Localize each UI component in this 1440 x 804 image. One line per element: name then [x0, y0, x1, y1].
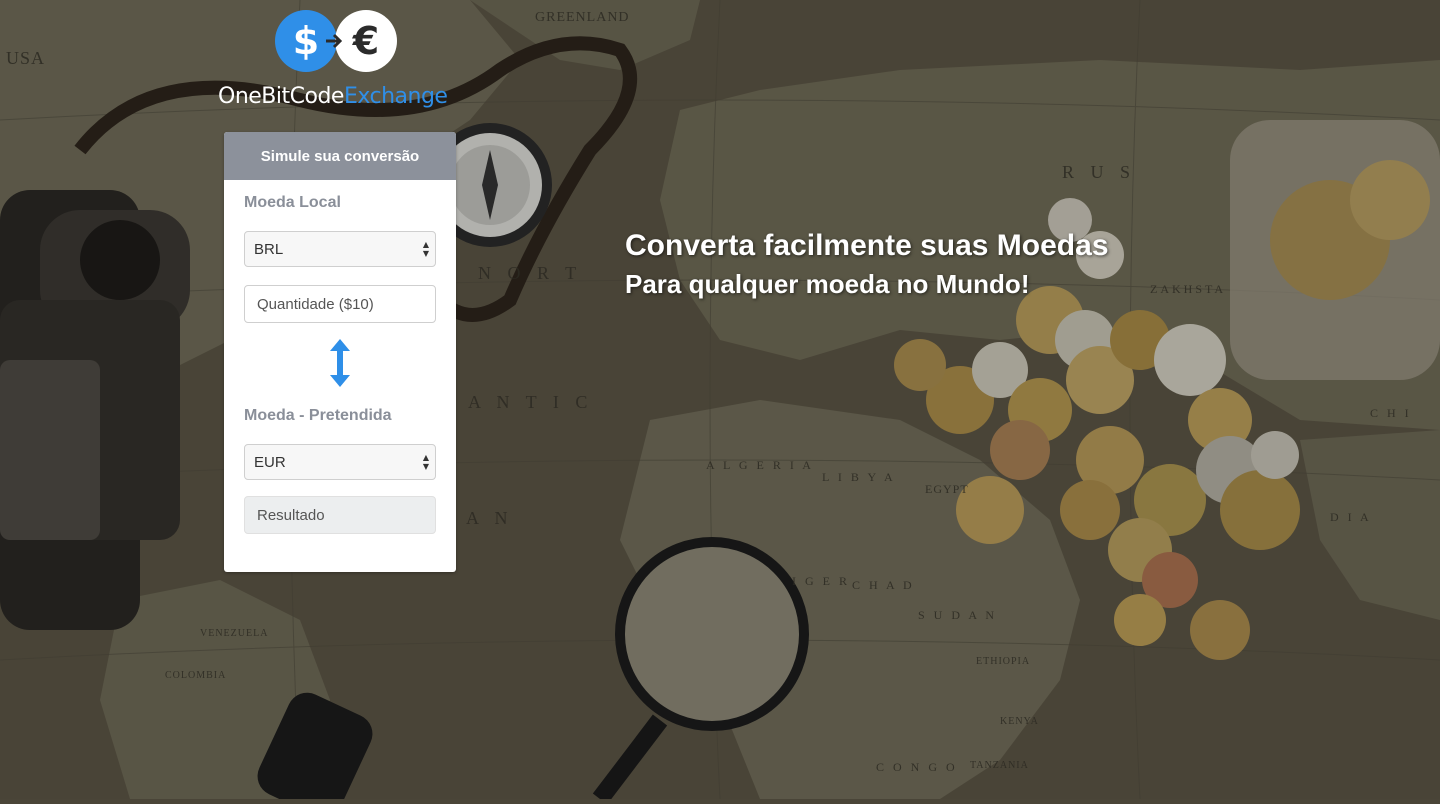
map-label-ethiopia: ETHIOPIA	[976, 656, 1031, 667]
site-logo[interactable]: $ € OneBitCodeExchange	[218, 10, 462, 114]
local-currency-select[interactable]: BRL ▲ ▼	[244, 231, 436, 267]
select-caret-icon: ▲ ▼	[422, 240, 430, 258]
converter-card: Simule sua conversão Moeda Local BRL ▲ ▼ …	[224, 132, 456, 572]
vertical-arrows-icon	[330, 339, 350, 387]
target-currency-label: Moeda - Pretendida	[244, 407, 392, 424]
hero-subtitle: Para qualquer moeda no Mundo!	[625, 269, 1030, 299]
background-world-map: GREENLAND USA R U S ZAKHSTA N O R T A N …	[0, 0, 1440, 804]
brand-name-main: OneBitCode	[218, 84, 344, 109]
local-currency-label: Moeda Local	[244, 194, 341, 211]
result-field: Resultado	[244, 496, 436, 534]
amount-input[interactable]: Quantidade ($10)	[244, 285, 436, 323]
converter-card-title: Simule sua conversão	[224, 132, 456, 180]
map-label-tanzania: TANZANIA	[970, 760, 1029, 771]
map-label-egypt: EGYPT	[925, 482, 969, 496]
map-label-chad: C H A D	[852, 578, 915, 592]
map-label-kenya: KENYA	[1000, 716, 1039, 727]
map-label-north: N O R T	[478, 263, 583, 283]
map-label-algeria: A L G E R I A	[706, 458, 814, 472]
select-caret-icon: ▲ ▼	[422, 453, 430, 471]
map-label-india: D I A	[1330, 510, 1372, 524]
amount-placeholder: Quantidade ($10)	[257, 295, 374, 313]
local-currency-value: BRL	[254, 240, 284, 258]
target-currency-value: EUR	[254, 453, 286, 471]
map-label-greenland: GREENLAND	[535, 10, 630, 25]
map-label-niger: I G E R	[792, 574, 850, 588]
map-label-venezuela: VENEZUELA	[200, 628, 269, 639]
map-label-sudan: S U D A N	[918, 608, 998, 622]
map-label-china: C H I	[1370, 406, 1412, 420]
exchange-arrow-icon	[326, 33, 343, 49]
brand-name-accent: Exchange	[343, 84, 448, 109]
map-label-russia: R U S	[1062, 162, 1137, 182]
map-label-usa: USA	[6, 48, 46, 68]
target-currency-select[interactable]: EUR ▲ ▼	[244, 444, 436, 480]
result-placeholder: Resultado	[257, 506, 325, 524]
hero-title: Converta facilmente suas Moedas	[625, 229, 1109, 262]
map-label-atlantic: A N T I C	[468, 392, 594, 412]
brand-name: OneBitCodeExchange	[218, 84, 448, 109]
map-label-libya: L I B Y A	[822, 470, 896, 484]
map-label-colombia: COLOMBIA	[165, 670, 227, 681]
swap-currencies-icon[interactable]	[244, 337, 436, 393]
hero-section: Converta facilmente suas Moedas Para qua…	[625, 228, 1109, 300]
converter-form: Moeda Local BRL ▲ ▼ Quantidade ($10) Moed…	[224, 180, 456, 534]
map-label-ocean: A N	[466, 508, 514, 528]
map-label-congo: C O N G O	[876, 760, 958, 774]
map-label-kazakhstan: ZAKHSTA	[1150, 282, 1227, 296]
